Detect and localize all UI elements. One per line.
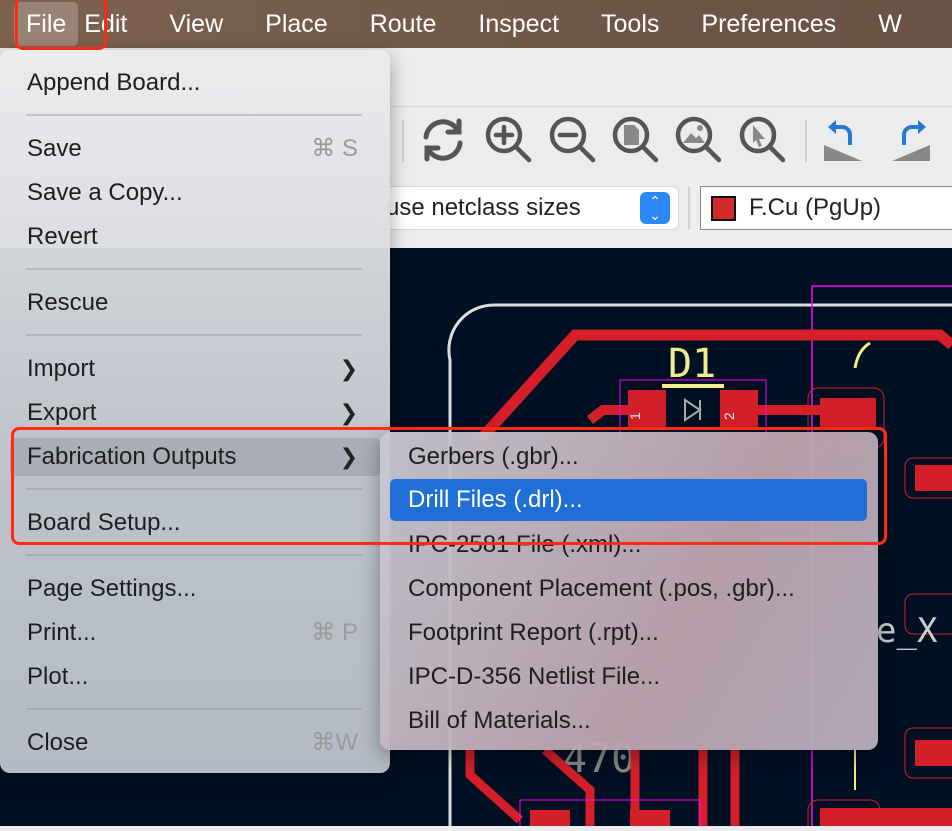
shortcut-label: ⌘ S xyxy=(311,135,358,162)
submenu-item-component-placement[interactable]: Component Placement (.pos, .gbr)... xyxy=(390,568,867,610)
zoom-page-icon[interactable] xyxy=(611,115,661,165)
menu-inspect[interactable]: Inspect xyxy=(457,0,580,48)
layer-select[interactable]: F.Cu (PgUp) xyxy=(700,186,952,230)
menu-view[interactable]: View xyxy=(148,0,244,48)
undo-icon[interactable] xyxy=(822,115,866,165)
redo-icon[interactable] xyxy=(888,115,932,165)
submenu-item-ipc-d-356[interactable]: IPC-D-356 Netlist File... xyxy=(390,656,867,698)
menu-item-append-board[interactable]: Append Board... xyxy=(10,64,380,102)
partial-label: e_X xyxy=(876,611,938,651)
menu-item-close[interactable]: Close ⌘W xyxy=(10,724,380,762)
file-menu: Append Board... Save ⌘ S Save a Copy... R… xyxy=(0,50,390,773)
layer-value: F.Cu (PgUp) xyxy=(749,194,882,221)
menu-route[interactable]: Route xyxy=(349,0,458,48)
menu-item-revert[interactable]: Revert xyxy=(10,218,380,256)
menu-place[interactable]: Place xyxy=(244,0,349,48)
zoom-fit-icon[interactable] xyxy=(674,115,724,165)
shortcut-label: ⌘W xyxy=(311,729,358,756)
menu-tools[interactable]: Tools xyxy=(580,0,680,48)
pad-1-label: 1 xyxy=(627,412,643,420)
annotation-box-file xyxy=(15,0,107,50)
ref-d1: D1 xyxy=(668,341,716,387)
track-width-select[interactable]: use netclass sizes ⌃ ⌄ xyxy=(370,187,678,229)
layer-color-swatch xyxy=(711,196,736,221)
submenu-item-footprint-report[interactable]: Footprint Report (.rpt)... xyxy=(390,612,867,654)
menu-item-import[interactable]: Import ❯ xyxy=(10,350,380,388)
refresh-icon[interactable] xyxy=(418,115,468,165)
menu-item-page-settings[interactable]: Page Settings... xyxy=(10,570,380,608)
shortcut-label: ⌘ P xyxy=(311,619,358,646)
annotation-box-fabrication xyxy=(11,427,887,545)
menu-bar: File Edit View Place Route Inspect Tools… xyxy=(0,0,952,48)
menu-item-save[interactable]: Save ⌘ S xyxy=(10,130,380,168)
menu-item-rescue[interactable]: Rescue xyxy=(10,284,380,322)
submenu-item-bom[interactable]: Bill of Materials... xyxy=(390,700,867,742)
chevron-updown-icon: ⌃ ⌄ xyxy=(640,192,670,224)
menu-item-print[interactable]: Print... ⌘ P xyxy=(10,614,380,652)
menu-item-save-copy[interactable]: Save a Copy... xyxy=(10,174,380,212)
menu-item-plot[interactable]: Plot... xyxy=(10,658,380,696)
select-value: use netclass sizes xyxy=(386,194,581,221)
menu-preferences[interactable]: Preferences xyxy=(680,0,857,48)
pad-2-label: 2 xyxy=(721,412,737,420)
menu-window[interactable]: W xyxy=(857,0,923,48)
zoom-out-icon[interactable] xyxy=(548,115,598,165)
zoom-selection-icon[interactable] xyxy=(738,115,788,165)
zoom-in-icon[interactable] xyxy=(484,115,534,165)
chevron-right-icon: ❯ xyxy=(339,356,358,381)
